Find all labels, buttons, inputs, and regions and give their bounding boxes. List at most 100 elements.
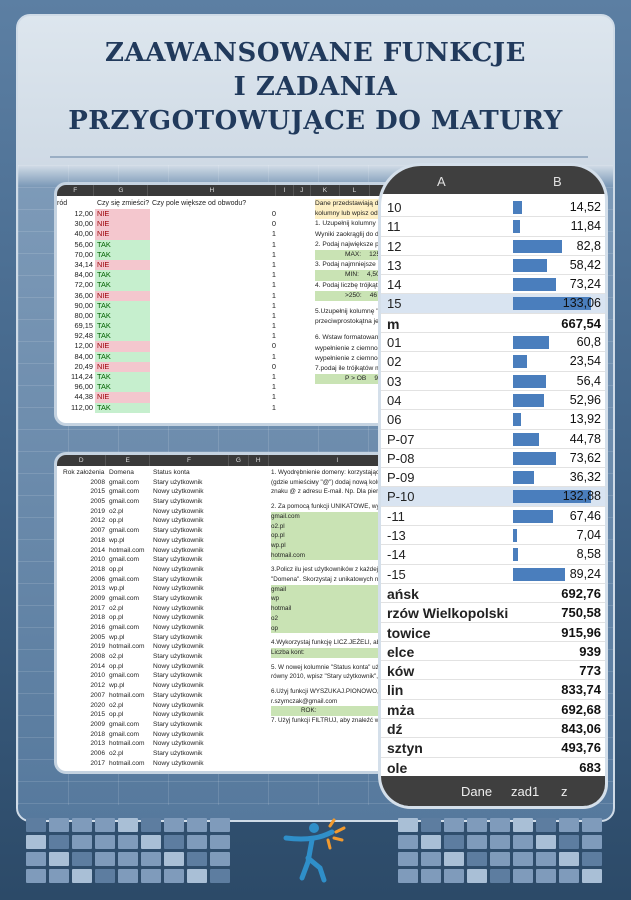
result-label: >250:: [345, 291, 362, 299]
cell-status: Stary użytkownik: [153, 749, 203, 757]
data-bar-table: 10 14,52 11 11,84 12 82,8 13 58,42 14 73,24 15 133,…: [381, 198, 605, 806]
header-cell: ród: [57, 200, 68, 207]
column-header-bar: F G H I J K L M: [57, 185, 407, 196]
row-value: 132,88: [562, 489, 601, 504]
cell-domain: gmail.com: [109, 594, 140, 602]
column-header: E: [106, 455, 150, 466]
table-row: 30,00 NIE 0: [57, 219, 307, 230]
table-row: 2012 wp.pl Nowy użytkownik: [57, 681, 267, 691]
decorative-tile: [513, 869, 533, 883]
table-row: 2014 op.pl Nowy użytkownik: [57, 662, 267, 672]
decorative-tile: [536, 852, 556, 866]
cell-value: 12,00: [74, 341, 94, 351]
cell-status: Nowy użytkownik: [153, 536, 204, 544]
column-header: F: [150, 455, 230, 466]
decorative-tile: [467, 818, 487, 832]
row-label: P-10: [387, 489, 415, 505]
cell-status: Nowy użytkownik: [153, 565, 204, 573]
domain-list-item: o2: [271, 613, 381, 624]
sheet-tab-dane[interactable]: Dane: [461, 784, 492, 799]
table-row: 112,00 TAK 1: [57, 402, 307, 413]
cell-year: 2018: [90, 730, 105, 738]
sheet-tab-bar: Dane zad1 z: [381, 776, 605, 806]
column-header: G: [94, 185, 149, 196]
row-label: 13: [387, 257, 402, 273]
cell-status: Nowy użytkownik: [153, 614, 204, 622]
cell-year: 2014: [90, 662, 105, 670]
table-row: 12 82,8: [381, 237, 605, 256]
table-row: 2017 hotmail.com Nowy użytkownik: [57, 759, 267, 769]
cell-status: Stary użytkownik: [153, 594, 203, 602]
table-row: dź 843,06: [381, 719, 605, 739]
cell-year: 2009: [90, 594, 105, 602]
cell-area-gt-perimeter: 1: [271, 270, 276, 280]
cell-domain: o2.pl: [109, 653, 124, 661]
table-row: 44,38 NIE 1: [57, 392, 307, 403]
row-label: m: [387, 315, 400, 332]
domain-list-item: o2.pl: [271, 521, 381, 532]
data-bar: [513, 336, 549, 350]
row-value: 939: [579, 643, 601, 659]
decorative-tile: [95, 869, 115, 883]
cell-fits: NIE: [95, 290, 150, 301]
decorative-tile: [95, 835, 115, 849]
table-row: elce 939: [381, 642, 605, 662]
cell-year: 2020: [90, 701, 105, 709]
decorative-tile: [26, 835, 46, 849]
sheet-tab-more[interactable]: z: [561, 784, 568, 799]
data-bar: [513, 471, 535, 485]
decorative-tile: [141, 818, 161, 832]
cell-status: Nowy użytkownik: [153, 701, 204, 709]
cell-area-gt-perimeter: 1: [271, 310, 276, 320]
decorative-tile: [398, 869, 418, 883]
cell-area-gt-perimeter: 0: [271, 361, 276, 371]
cell-value: 40,00: [74, 229, 94, 239]
decorative-tile: [559, 818, 579, 832]
decorative-tile: [164, 818, 184, 832]
domain-list-item: hotmail.com: [271, 550, 381, 561]
decorative-tile: [490, 869, 510, 883]
sheet-tab-zad1[interactable]: zad1: [511, 784, 539, 799]
cell-fits: TAK: [95, 331, 150, 342]
decorative-tile: [513, 852, 533, 866]
row-label: P-08: [387, 450, 415, 466]
cell-year: 2018: [90, 614, 105, 622]
table-row: -13 7,04: [381, 526, 605, 546]
cell-year: 2018: [90, 536, 105, 544]
decorative-tile: [187, 818, 207, 832]
table-row: 2017 o2.pl Nowy użytkownik: [57, 604, 267, 614]
table-row: 34,14 NIE 1: [57, 259, 307, 271]
cell-value: 70,00: [74, 249, 94, 259]
decorative-tiles-left: [26, 818, 230, 888]
data-bar: [513, 413, 522, 427]
cell-year: 2007: [90, 527, 105, 535]
cell-status: Nowy użytkownik: [153, 585, 204, 593]
domain-list-item: wp.pl: [271, 540, 381, 551]
cell-status: Nowy użytkownik: [153, 507, 204, 515]
cell-year: 2015: [90, 711, 105, 719]
table-row: 114,24 TAK 1: [57, 372, 307, 383]
table-row: 20,49 NIE 0: [57, 361, 307, 372]
data-bar: [513, 548, 519, 562]
row-value: 750,58: [561, 605, 601, 621]
decorative-tile: [582, 852, 602, 866]
title-block: ZAAWANSOWANE FUNKCJE I ZADANIA PRZYGOTOW…: [16, 14, 615, 160]
cell-fits: NIE: [95, 209, 150, 220]
table-row: P-10 132,88: [381, 487, 605, 507]
row-label: 06: [387, 412, 402, 428]
table-row: 70,00 TAK 1: [57, 249, 307, 260]
decorative-tile: [118, 869, 138, 883]
table-row: 2008 o2.pl Stary użytkownik: [57, 652, 267, 662]
table-row: 90,00 TAK 1: [57, 300, 307, 311]
column-header-a: A: [437, 174, 446, 189]
cell-year: 2018: [90, 565, 105, 573]
row-value: 11,84: [570, 219, 601, 234]
table-row: mża 692,68: [381, 700, 605, 720]
column-header: J: [294, 185, 311, 196]
row-value: 773: [579, 663, 601, 679]
cell-value: 72,00: [74, 280, 94, 290]
cell-area-gt-perimeter: 1: [271, 402, 276, 412]
cell-status: Nowy użytkownik: [153, 546, 204, 554]
cell-year: 2012: [90, 682, 105, 690]
table-row: ków 773: [381, 661, 605, 681]
